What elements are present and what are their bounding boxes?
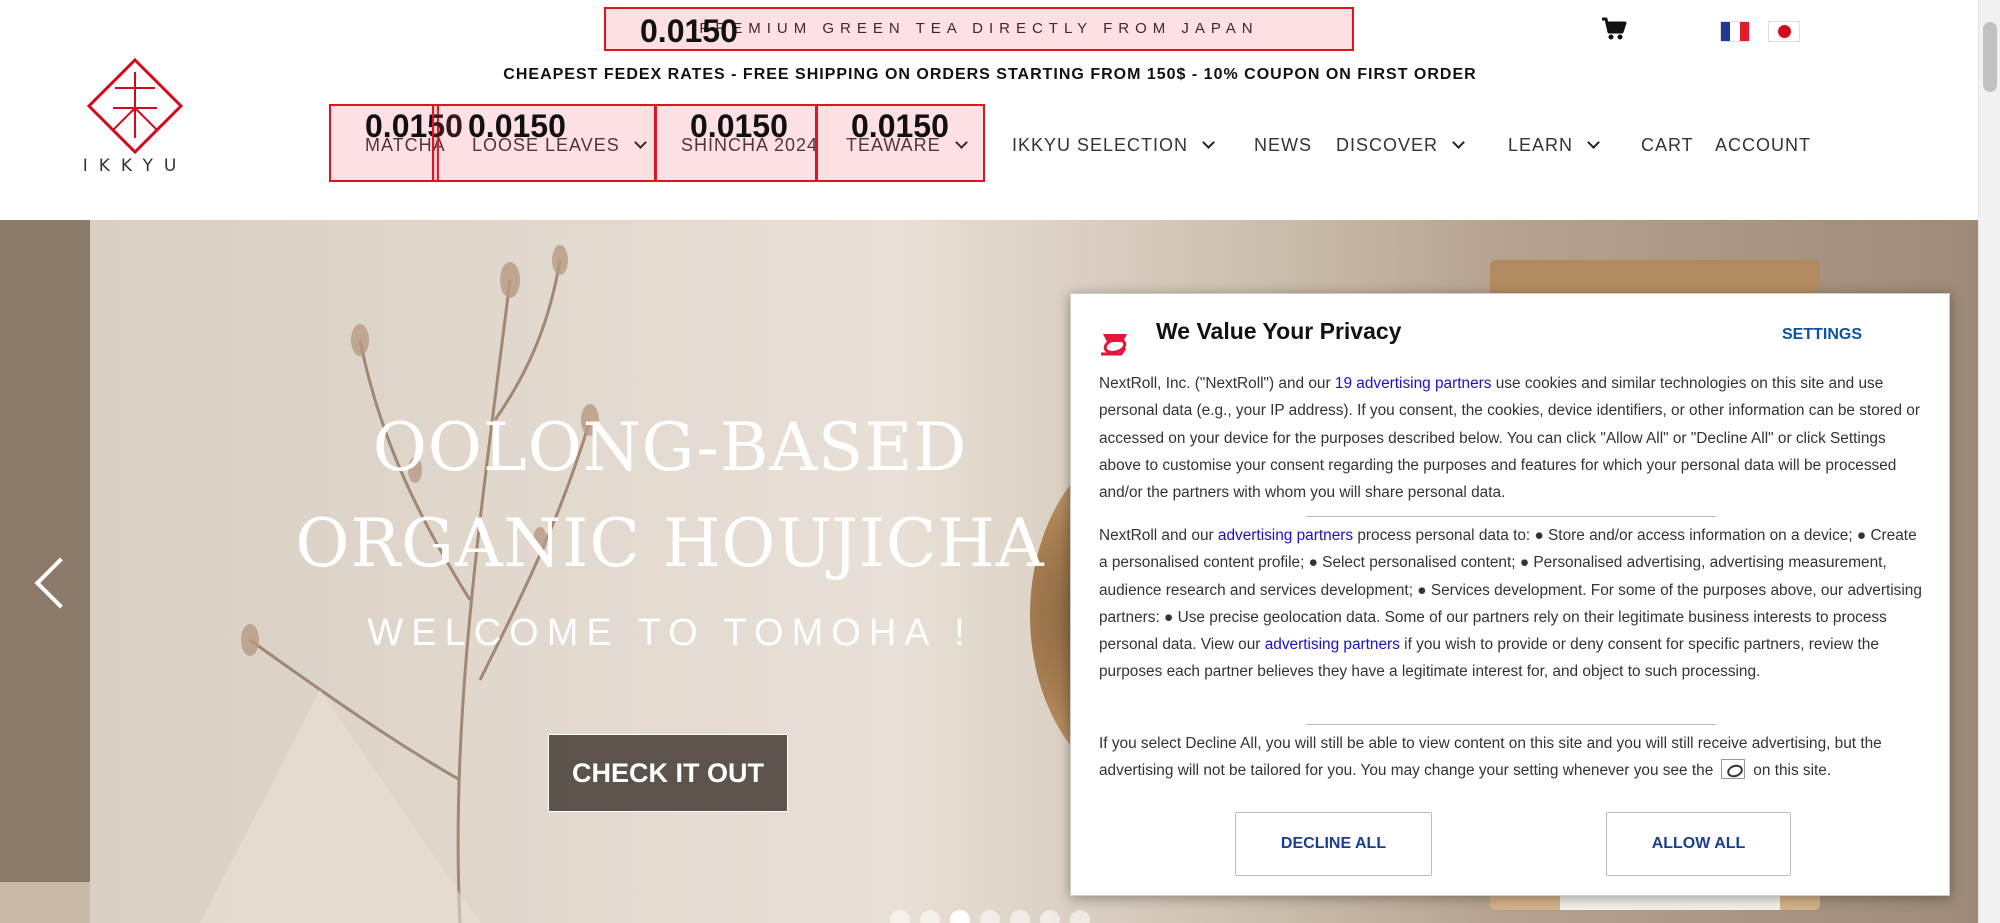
- modal-title: We Value Your Privacy: [1156, 318, 1402, 344]
- overlay-box-promo: 0.0150: [604, 7, 1354, 51]
- slider-dot[interactable]: [1040, 910, 1060, 923]
- hero-left-floor: [0, 882, 90, 923]
- chevron-down-icon: [1202, 136, 1215, 149]
- page-scrollbar[interactable]: [1978, 0, 2000, 923]
- hero-title-line-1: OOLONG-BASED: [372, 409, 968, 486]
- slider-dot[interactable]: [920, 910, 940, 923]
- hero-title-line-2: ORGANIC HOUJICHA: [295, 505, 1045, 582]
- nav-item-ikkyu-selection[interactable]: IKKYU SELECTION: [1012, 130, 1215, 160]
- privacy-paragraph-1: NextRoll, Inc. ("NextRoll") and our 19 a…: [1099, 370, 1929, 506]
- overlay-box-loose-leaves: 0.0150: [432, 104, 657, 182]
- nav-item-cart[interactable]: CART: [1641, 130, 1694, 160]
- nextroll-logo-icon: [1101, 334, 1127, 356]
- advertising-partners-link[interactable]: 19 advertising partners: [1335, 375, 1492, 392]
- hero-subtitle: WELCOME TO TOMOHA !: [367, 612, 973, 654]
- shipping-banner: CHEAPEST FEDEX RATES - FREE SHIPPING ON …: [503, 66, 1477, 83]
- nav-item-account[interactable]: ACCOUNT: [1715, 130, 1811, 160]
- slider-dots: [890, 910, 1090, 923]
- slider-dot[interactable]: [980, 910, 1000, 923]
- settings-link[interactable]: SETTINGS: [1782, 326, 1862, 344]
- scrollbar-thumb[interactable]: [1983, 22, 1997, 92]
- ikkyu-logo[interactable]: IKKYU: [75, 58, 195, 178]
- nav-item-label: IKKYU SELECTION: [1012, 135, 1189, 155]
- chevron-down-icon: [1452, 136, 1465, 149]
- overlay-label-loose-leaves: 0.0150: [468, 108, 566, 144]
- nextroll-settings-icon: [1721, 759, 1746, 780]
- privacy-consent-modal: We Value Your Privacy SETTINGS NextRoll,…: [1070, 293, 1950, 896]
- overlay-label-promo: 0.0150: [640, 13, 738, 49]
- flag-fr-icon[interactable]: [1720, 21, 1750, 42]
- overlay-box-teaware: 0.0150: [815, 104, 985, 182]
- nav-item-label: DISCOVER: [1336, 135, 1439, 155]
- cart-icon[interactable]: [1601, 17, 1627, 41]
- site-header: IKKYU PREMIUM GREEN TEA DIRECTLY FROM JA…: [0, 0, 1978, 220]
- nav-item-label: CART: [1641, 135, 1694, 155]
- advertising-partners-link[interactable]: advertising partners: [1218, 527, 1353, 544]
- privacy-text: NextRoll, Inc. ("NextRoll") and our: [1099, 375, 1335, 392]
- privacy-text: use cookies and similar technologies on …: [1099, 375, 1920, 502]
- divider: [1306, 724, 1716, 725]
- hero-title: OOLONG-BASED ORGANIC HOUJICHA: [250, 400, 1090, 592]
- privacy-text: process personal data to: ● Store and/or…: [1099, 527, 1922, 654]
- allow-all-button[interactable]: ALLOW ALL: [1606, 812, 1791, 876]
- privacy-text: NextRoll and our: [1099, 527, 1218, 544]
- nav-item-label: NEWS: [1254, 135, 1312, 155]
- divider: [1306, 516, 1716, 517]
- nav-item-learn[interactable]: LEARN: [1508, 130, 1600, 160]
- check-it-out-button[interactable]: CHECK IT OUT: [548, 734, 788, 812]
- privacy-paragraph-3: If you select Decline All, you will stil…: [1099, 730, 1929, 785]
- privacy-paragraph-2: NextRoll and our advertising partners pr…: [1099, 522, 1929, 686]
- slider-dot[interactable]: [890, 910, 910, 923]
- nav-item-discover[interactable]: DISCOVER: [1336, 130, 1465, 160]
- flag-jp-icon[interactable]: [1768, 21, 1800, 42]
- decline-all-button[interactable]: DECLINE ALL: [1235, 812, 1432, 876]
- overlay-box-matcha: 0.0150: [329, 104, 463, 182]
- chevron-down-icon: [1587, 136, 1600, 149]
- slider-dot[interactable]: [1070, 910, 1090, 923]
- slider-dot[interactable]: [1010, 910, 1030, 923]
- privacy-text: on this site.: [1753, 762, 1832, 780]
- main-nav: MATCHA LOOSE LEAVES SHINCHA 2024 TEAWARE…: [0, 130, 1978, 160]
- overlay-label-teaware: 0.0150: [851, 108, 949, 144]
- nav-item-label: ACCOUNT: [1715, 135, 1811, 155]
- nav-item-news[interactable]: NEWS: [1254, 130, 1312, 160]
- overlay-box-shincha: 0.0150: [654, 104, 818, 182]
- nav-item-label: LEARN: [1508, 135, 1574, 155]
- slider-dot[interactable]: [950, 910, 970, 923]
- overlay-label-shincha: 0.0150: [690, 108, 788, 144]
- advertising-partners-link[interactable]: advertising partners: [1265, 636, 1400, 653]
